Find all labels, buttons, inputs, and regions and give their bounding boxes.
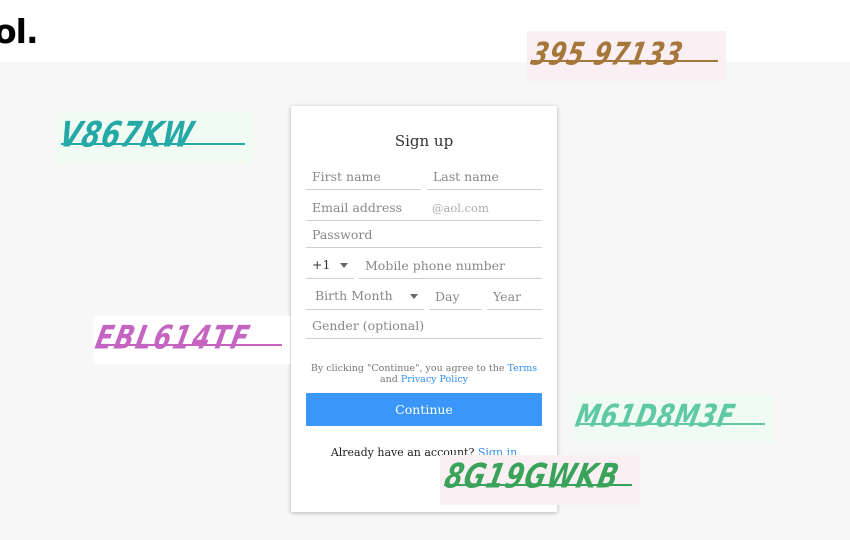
first-name-input[interactable]: [306, 164, 421, 188]
continue-button[interactable]: Continue: [306, 393, 542, 426]
gender-field[interactable]: [306, 313, 542, 339]
signup-card: Sign up @aol.com +1 Birth Month By click…: [291, 106, 557, 512]
captcha-image: M61D8M3F: [573, 395, 773, 443]
captcha-image: EBL614TF: [93, 316, 290, 364]
birth-day-input[interactable]: [429, 284, 482, 308]
password-field[interactable]: [306, 222, 542, 248]
birth-month-select[interactable]: Birth Month: [306, 284, 424, 310]
chevron-down-icon: [410, 294, 418, 299]
email-field[interactable]: @aol.com: [306, 195, 542, 221]
last-name-field[interactable]: [427, 164, 542, 190]
birth-month-value: Birth Month: [315, 288, 393, 303]
terms-notice: By clicking "Continue", you agree to the…: [305, 363, 543, 385]
phone-field[interactable]: [359, 253, 542, 279]
email-domain-suffix: @aol.com: [432, 201, 489, 215]
first-name-field[interactable]: [306, 164, 421, 190]
page-title: Sign up: [394, 132, 454, 150]
terms-text: By clicking "Continue", you agree to the: [310, 363, 505, 374]
country-code-value: +1: [312, 257, 331, 272]
privacy-policy-link[interactable]: Privacy Policy: [401, 374, 468, 385]
country-code-select[interactable]: +1: [306, 253, 354, 279]
email-input[interactable]: [306, 195, 426, 219]
terms-link[interactable]: Terms: [507, 363, 537, 374]
captcha-image: 395 97133: [527, 31, 726, 81]
birth-year-field[interactable]: [487, 284, 542, 310]
birth-year-input[interactable]: [487, 284, 542, 308]
last-name-input[interactable]: [427, 164, 542, 188]
aol-logo[interactable]: ol.: [0, 12, 39, 51]
birth-day-field[interactable]: [429, 284, 482, 310]
chevron-down-icon: [340, 263, 348, 268]
password-input[interactable]: [306, 222, 542, 246]
gender-input[interactable]: [306, 313, 542, 337]
captcha-image: 8G19GWKB: [440, 455, 640, 505]
terms-and: and: [379, 374, 398, 385]
phone-input[interactable]: [359, 253, 542, 277]
captcha-image: V867KW: [57, 113, 253, 164]
